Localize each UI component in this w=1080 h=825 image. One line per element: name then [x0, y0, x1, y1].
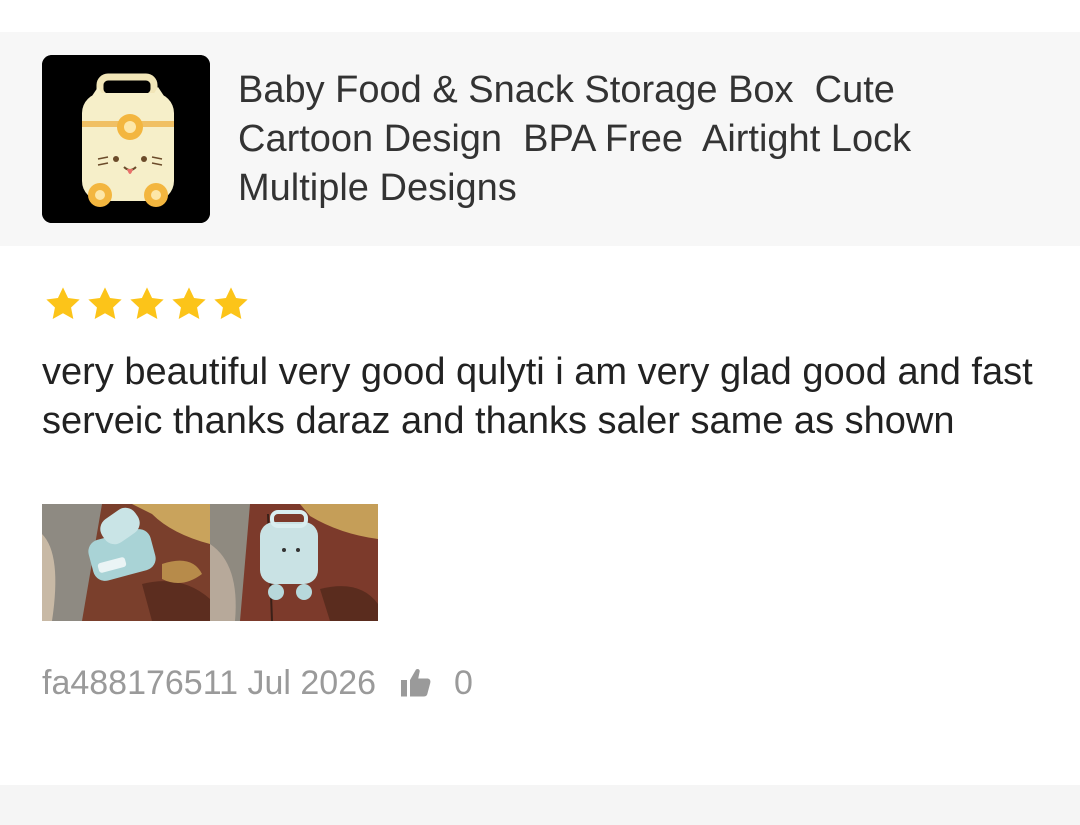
star-icon	[172, 287, 206, 320]
product-header[interactable]: Baby Food & Snack Storage Box Cute Carto…	[0, 32, 1080, 246]
baby-food-box-image	[42, 55, 210, 223]
product-title[interactable]: Baby Food & Snack Storage Box Cute Carto…	[238, 66, 998, 213]
thumbs-up-icon[interactable]	[398, 665, 434, 701]
review-photos	[42, 504, 1038, 621]
product-thumbnail[interactable]	[42, 55, 210, 223]
review-photo-1[interactable]	[42, 504, 210, 621]
star-icon	[46, 287, 80, 320]
review-photo-2[interactable]	[210, 504, 378, 621]
like-count: 0	[454, 663, 473, 702]
review-card: very beautiful very good qulyti i am ver…	[0, 282, 1080, 703]
star-icon	[214, 287, 248, 320]
top-spacer	[0, 0, 1080, 32]
review-meta: fa488176511 Jul 2026 0	[42, 663, 1038, 703]
rating-stars	[42, 282, 1038, 326]
bottom-divider	[0, 785, 1080, 825]
star-icon	[130, 287, 164, 320]
star-icon	[88, 287, 122, 320]
author-date: fa488176511 Jul 2026	[42, 663, 377, 702]
review-text: very beautiful very good qulyti i am ver…	[42, 351, 1033, 442]
